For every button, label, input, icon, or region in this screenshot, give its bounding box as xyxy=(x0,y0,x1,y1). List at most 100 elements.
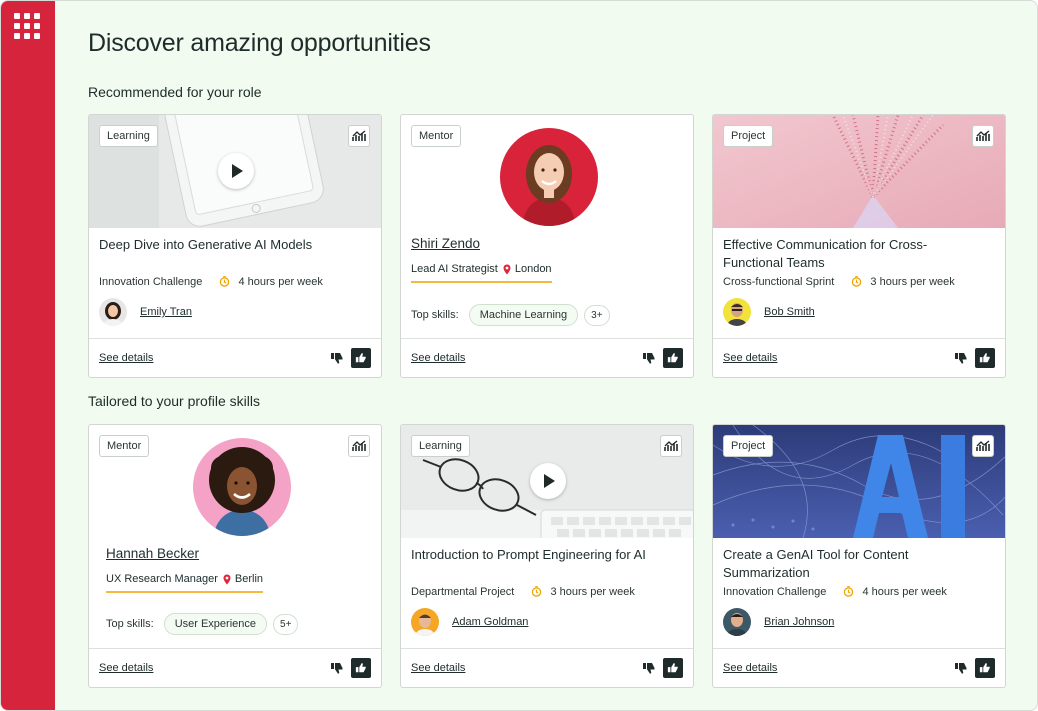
opportunity-card[interactable]: Project Effective Communication for Cros… xyxy=(712,114,1006,378)
time-commitment: 4 hours per week xyxy=(862,586,947,598)
section-heading-tailored: Tailored to your profile skills xyxy=(88,393,260,409)
see-details-link[interactable]: See details xyxy=(411,352,465,364)
see-details-link[interactable]: See details xyxy=(723,662,777,674)
thumbs-down-icon[interactable] xyxy=(330,661,344,675)
owner-name-link[interactable]: Bob Smith xyxy=(764,306,815,318)
skill-chip[interactable]: Machine Learning xyxy=(468,304,579,326)
thumbs-up-button[interactable] xyxy=(663,348,683,368)
type-tag: Learning xyxy=(99,125,158,147)
trend-chart-icon[interactable] xyxy=(972,435,994,457)
mentor-title: UX Research Manager xyxy=(106,573,218,585)
program-type: Innovation Challenge xyxy=(723,586,827,598)
see-details-link[interactable]: See details xyxy=(99,662,153,674)
card-meta: Innovation Challenge 4 hours per week xyxy=(723,586,947,598)
top-skills: Top skills: Machine Learning 3+ xyxy=(411,304,610,326)
mentor-location: Berlin xyxy=(234,573,264,585)
thumbs-down-icon[interactable] xyxy=(330,351,344,365)
card-footer: See details xyxy=(401,338,693,377)
opportunity-card[interactable]: Project Create a GenAI Tool for Content … xyxy=(712,424,1006,688)
card-footer: See details xyxy=(401,648,693,687)
thumbs-down-icon[interactable] xyxy=(954,661,968,675)
mentor-avatar xyxy=(500,128,598,226)
skills-label: Top skills: xyxy=(106,618,154,630)
apps-grid-icon[interactable] xyxy=(14,13,40,39)
clock-icon xyxy=(844,586,854,597)
mentor-role: Lead AI Strategist London xyxy=(411,263,552,283)
card-meta: Innovation Challenge 4 hours per week xyxy=(99,276,323,288)
program-type: Innovation Challenge xyxy=(99,276,203,288)
opportunity-card[interactable]: Learning Deep Dive into Generative AI Mo… xyxy=(88,114,382,378)
type-tag: Mentor xyxy=(99,435,150,457)
card-title: Create a GenAI Tool for Content Summariz… xyxy=(723,547,909,580)
thumbs-up-icon xyxy=(979,663,990,673)
card-footer: See details xyxy=(89,338,381,377)
thumbs-up-icon xyxy=(355,663,366,673)
see-details-link[interactable]: See details xyxy=(723,352,777,364)
mentor-name-link[interactable]: Hannah Becker xyxy=(106,546,199,561)
trend-chart-icon[interactable] xyxy=(348,125,370,147)
thumbs-down-icon[interactable] xyxy=(642,661,656,675)
type-tag: Mentor xyxy=(411,125,462,147)
owner: Emily Tran xyxy=(99,298,192,326)
card-meta: Cross-functional Sprint 3 hours per week xyxy=(723,276,955,288)
play-button[interactable] xyxy=(530,463,566,499)
thumbs-up-button[interactable] xyxy=(351,658,371,678)
more-skills-chip[interactable]: 5+ xyxy=(273,613,299,635)
section-heading-recommended: Recommended for your role xyxy=(88,84,262,100)
avatar xyxy=(99,298,127,326)
more-skills-chip[interactable]: 3+ xyxy=(584,304,610,326)
time-commitment: 4 hours per week xyxy=(238,276,323,288)
mentor-avatar xyxy=(193,438,291,536)
thumbs-up-icon xyxy=(355,353,366,363)
thumbs-up-button[interactable] xyxy=(975,348,995,368)
mentor-location: London xyxy=(514,263,552,275)
thumbs-up-button[interactable] xyxy=(351,348,371,368)
type-tag: Project xyxy=(723,125,774,147)
thumbs-up-button[interactable] xyxy=(663,658,683,678)
mentor-title: Lead AI Strategist xyxy=(411,263,498,275)
avatar xyxy=(411,608,439,636)
card-title: Introduction to Prompt Engineering for A… xyxy=(411,547,646,562)
thumbs-up-icon xyxy=(667,353,678,363)
mentor-card[interactable]: Mentor Shiri Zendo Lead AI Strategist Lo… xyxy=(400,114,694,378)
owner: Adam Goldman xyxy=(411,608,528,636)
clock-icon xyxy=(852,276,862,287)
type-tag: Project xyxy=(723,435,774,457)
type-tag: Learning xyxy=(411,435,470,457)
see-details-link[interactable]: See details xyxy=(411,662,465,674)
card-footer: See details xyxy=(89,648,381,687)
mentor-card[interactable]: Mentor Hannah Becker UX Research Manager xyxy=(88,424,382,688)
main-content: Discover amazing opportunities Recommend… xyxy=(55,1,1037,710)
location-pin-icon xyxy=(223,574,231,584)
owner-name-link[interactable]: Brian Johnson xyxy=(764,616,834,628)
card-footer: See details xyxy=(713,338,1005,377)
avatar xyxy=(723,298,751,326)
skill-chip[interactable]: User Experience xyxy=(163,613,268,635)
see-details-link[interactable]: See details xyxy=(99,352,153,364)
thumbs-down-icon[interactable] xyxy=(642,351,656,365)
trend-chart-icon[interactable] xyxy=(660,435,682,457)
location-pin-icon xyxy=(503,264,511,274)
card-title: Deep Dive into Generative AI Models xyxy=(99,237,313,252)
time-commitment: 3 hours per week xyxy=(550,586,635,598)
side-rail xyxy=(1,1,55,710)
owner-name-link[interactable]: Emily Tran xyxy=(140,306,192,318)
app-frame: Discover amazing opportunities Recommend… xyxy=(0,0,1038,711)
thumbs-up-icon xyxy=(667,663,678,673)
card-title: Effective Communication for Cross-Functi… xyxy=(723,237,928,270)
opportunity-card[interactable]: Learning Introduction to Prompt Engineer… xyxy=(400,424,694,688)
trend-chart-icon[interactable] xyxy=(972,125,994,147)
thumbs-up-icon xyxy=(979,353,990,363)
thumbs-up-button[interactable] xyxy=(975,658,995,678)
trend-chart-icon[interactable] xyxy=(348,435,370,457)
play-button[interactable] xyxy=(218,153,254,189)
top-skills: Top skills: User Experience 5+ xyxy=(106,613,299,635)
thumbs-down-icon[interactable] xyxy=(954,351,968,365)
page-title: Discover amazing opportunities xyxy=(88,29,431,57)
avatar xyxy=(723,608,751,636)
mentor-name-link[interactable]: Shiri Zendo xyxy=(411,236,480,251)
owner-name-link[interactable]: Adam Goldman xyxy=(452,616,528,628)
program-type: Departmental Project xyxy=(411,586,515,598)
mentor-role: UX Research Manager Berlin xyxy=(106,573,264,593)
program-type: Cross-functional Sprint xyxy=(723,276,835,288)
